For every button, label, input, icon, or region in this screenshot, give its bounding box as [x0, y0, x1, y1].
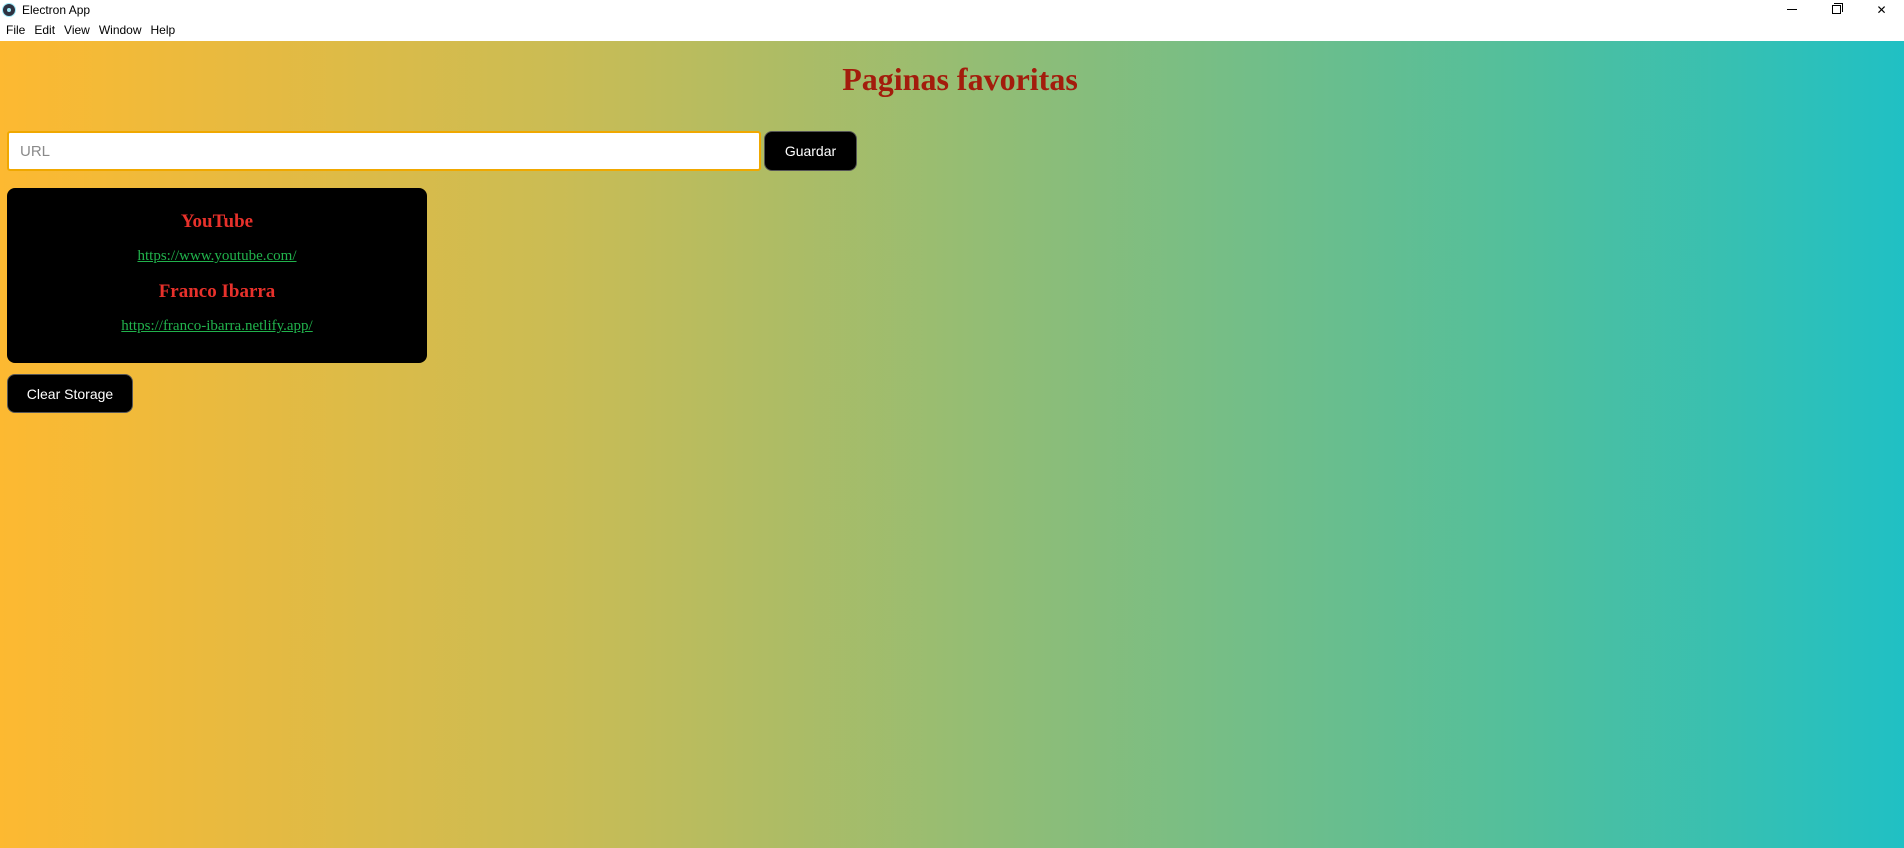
window-title: Electron App [22, 2, 91, 17]
bookmark-title: Franco Ibarra [158, 281, 276, 302]
main-content: Paginas favoritas Guardar YouTube https:… [0, 41, 1904, 848]
clear-storage-button[interactable]: Clear Storage [7, 374, 133, 413]
menu-bar: File Edit View Window Help [0, 19, 1904, 41]
menu-window[interactable]: Window [99, 23, 142, 37]
restore-icon[interactable] [1814, 0, 1859, 19]
menu-view[interactable]: View [64, 23, 90, 37]
title-bar: Electron App ✕ [0, 0, 1904, 19]
electron-app-icon [2, 2, 16, 17]
menu-file[interactable]: File [6, 23, 25, 37]
minimize-icon[interactable] [1769, 0, 1814, 19]
bookmark-title: YouTube [180, 211, 254, 232]
menu-edit[interactable]: Edit [34, 23, 55, 37]
bookmarks-list: YouTube https://www.youtube.com/ Franco … [7, 188, 427, 363]
close-icon[interactable]: ✕ [1859, 0, 1904, 19]
window-controls: ✕ [1769, 0, 1904, 19]
menu-help[interactable]: Help [151, 23, 176, 37]
bookmark-link[interactable]: https://www.youtube.com/ [7, 247, 427, 265]
bookmark-link[interactable]: https://franco-ibarra.netlify.app/ [7, 317, 427, 335]
save-button[interactable]: Guardar [764, 131, 857, 171]
url-input[interactable] [7, 131, 761, 171]
page-title: Paginas favoritas [842, 61, 1078, 97]
